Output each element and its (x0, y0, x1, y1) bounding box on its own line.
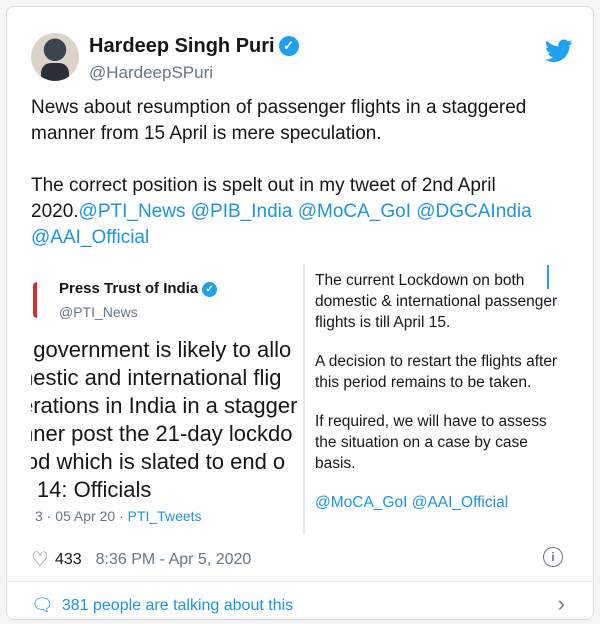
divider (7, 581, 593, 582)
like-count[interactable]: 433 (55, 551, 82, 569)
embedded-text-line: nner post the 21-day lockdo (31, 421, 293, 446)
mention-links[interactable]: @PTI_News @PIB_India @MoCA_GoI @DGCAIndi… (79, 201, 532, 222)
conversation-link[interactable]: 🗨 381 people are talking about this (31, 595, 293, 616)
pti-logo-icon (33, 282, 47, 318)
embedded-text-line: nestic and international flig (31, 365, 282, 390)
embedded-tweet-meta: 3 · 05 Apr 20 · PTI_Tweets (35, 508, 202, 524)
tweet-line-5: @AAI_Official (31, 225, 571, 251)
tweet-line: News about resumption of passenger fligh… (31, 97, 527, 118)
embed-divider (303, 264, 305, 534)
tweet-body: News about resumption of passenger fligh… (31, 95, 571, 251)
heart-icon[interactable]: ♡ (31, 547, 49, 572)
tweet-text-fragment: 2020. (31, 201, 79, 222)
embedded-pti-tweet: Press Trust of India ✓ @PTI_News : govern… (31, 264, 303, 534)
author-name-text[interactable]: Hardeep Singh Puri (89, 35, 275, 57)
statement-paragraph: The current Lockdown on both domestic & … (315, 272, 558, 331)
speech-bubble-icon: 🗨 (31, 595, 54, 615)
tweet-line: manner from 15 April is mere speculation… (31, 123, 382, 144)
quoted-statement: The current Lockdown on both domestic & … (315, 264, 561, 534)
embedded-text-line: iod which is slated to end o (31, 449, 286, 474)
statement-paragraph: If required, we will have to assess the … (315, 413, 547, 472)
tweet-image[interactable]: Press Trust of India ✓ @PTI_News : govern… (31, 264, 561, 534)
verified-badge-icon: ✓ (278, 36, 299, 56)
embedded-author-handle: @PTI_News (59, 304, 138, 320)
statement-paragraph: A decision to restart the flights after … (315, 353, 558, 391)
embedded-text-line: erations in India in a stagger (31, 393, 298, 418)
author-handle[interactable]: @HardeepSPuri (89, 63, 213, 83)
author-avatar[interactable] (31, 33, 79, 81)
statement-mentions: @MoCA_GoI @AAI_Official (315, 494, 509, 511)
embedded-text-line: il 14: Officials (31, 477, 152, 502)
tweet-line-4: 2020.@PTI_News @PIB_India @MoCA_GoI @DGC… (31, 199, 571, 225)
tweet-timestamp[interactable]: 8:36 PM - Apr 5, 2020 (96, 551, 252, 569)
tweet-line: The correct position is spelt out in my … (31, 175, 496, 196)
tweet-meta-row: ♡ 433 8:36 PM - Apr 5, 2020 (31, 547, 251, 572)
verified-badge-icon: ✓ (202, 282, 218, 297)
chevron-right-icon[interactable]: › (558, 591, 565, 617)
embedded-text-line: : government is likely to allo (31, 337, 292, 362)
mention-link-aai[interactable]: @AAI_Official (31, 227, 149, 248)
scroll-indicator (547, 265, 549, 289)
author-name[interactable]: Hardeep Singh Puri ✓ (89, 35, 299, 58)
embedded-author-name: Press Trust of India ✓ (59, 280, 218, 297)
twitter-bird-icon[interactable] (545, 39, 573, 63)
talking-count-label[interactable]: 381 people are talking about this (62, 597, 293, 615)
tweet-card: Hardeep Singh Puri ✓ @HardeepSPuri News a… (6, 6, 594, 620)
info-icon[interactable]: i (543, 547, 563, 567)
